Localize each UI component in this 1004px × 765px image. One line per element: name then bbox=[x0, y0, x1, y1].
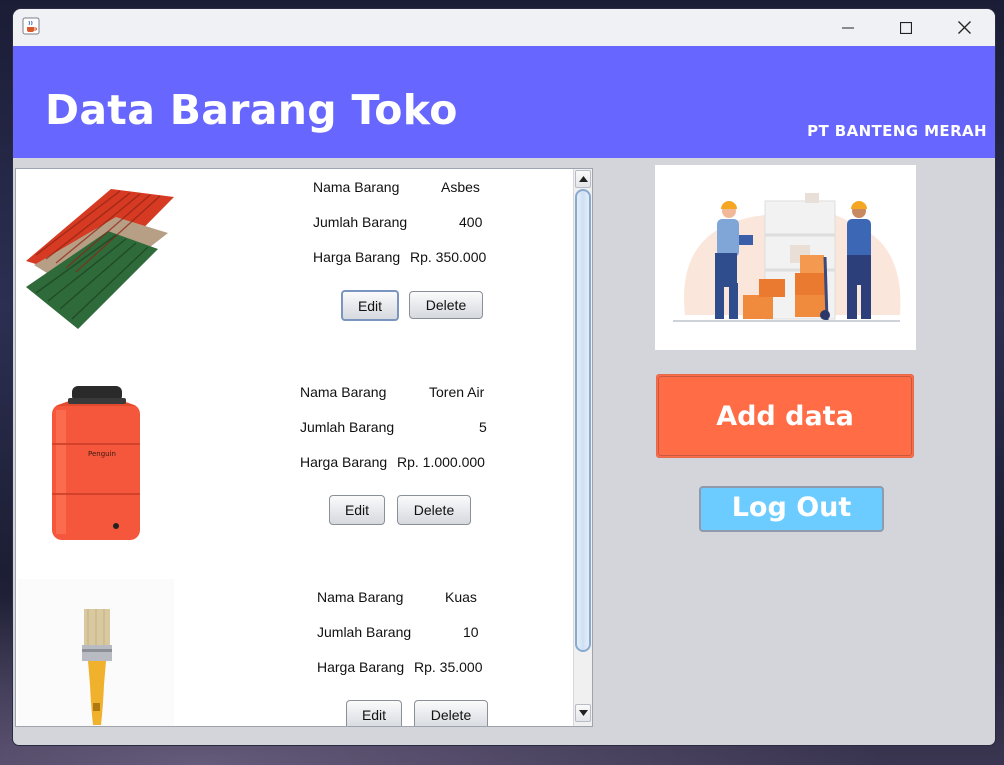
price-value: Rp. 350.000 bbox=[410, 249, 487, 265]
name-label: Nama Barang bbox=[300, 384, 387, 400]
delete-button[interactable]: Delete bbox=[409, 291, 483, 319]
logout-button[interactable]: Log Out bbox=[699, 486, 884, 532]
page-title: Data Barang Toko bbox=[45, 86, 458, 134]
quantity-value: 400 bbox=[459, 214, 483, 230]
name-value: Kuas bbox=[445, 589, 477, 605]
name-value: Asbes bbox=[441, 179, 480, 195]
price-label: Harga Barang bbox=[300, 454, 388, 470]
company-name: PT BANTENG MERAH bbox=[807, 122, 987, 140]
warehouse-workers-illustration bbox=[655, 165, 916, 350]
arrow-down-icon bbox=[578, 710, 588, 716]
add-data-button[interactable]: Add data bbox=[656, 374, 914, 458]
water-tank-image: Penguin bbox=[52, 386, 140, 540]
scroll-up-button[interactable] bbox=[575, 170, 591, 188]
vertical-scrollbar[interactable] bbox=[573, 169, 592, 726]
quantity-label: Jumlah Barang bbox=[313, 214, 408, 230]
quantity-value: 10 bbox=[463, 624, 479, 640]
list-item: Nama Barang Kuas Jumlah Barang 10 Harga … bbox=[16, 579, 572, 726]
app-window: Data Barang Toko PT BANTENG MERAH Nama B… bbox=[13, 9, 995, 745]
quantity-value: 5 bbox=[479, 419, 487, 435]
list-item: Nama Barang Asbes Jumlah Barang 400 Harg… bbox=[16, 169, 572, 374]
maximize-button[interactable] bbox=[877, 9, 935, 46]
edit-button[interactable]: Edit bbox=[346, 700, 402, 726]
roof-sheets-image bbox=[26, 189, 174, 329]
paint-brush-image bbox=[18, 579, 174, 726]
product-list: Nama Barang Asbes Jumlah Barang 400 Harg… bbox=[16, 169, 572, 726]
delete-button[interactable]: Delete bbox=[414, 700, 488, 726]
price-label: Harga Barang bbox=[313, 249, 401, 265]
list-item: Penguin Nama Barang Toren Air Jumlah Bar… bbox=[16, 374, 572, 579]
java-coffee-icon bbox=[22, 17, 40, 35]
close-icon bbox=[957, 21, 971, 34]
name-label: Nama Barang bbox=[313, 179, 400, 195]
scroll-down-button[interactable] bbox=[575, 704, 591, 722]
title-bar bbox=[13, 9, 995, 46]
minimize-icon bbox=[842, 27, 854, 28]
edit-button[interactable]: Edit bbox=[329, 495, 385, 525]
minimize-button[interactable] bbox=[819, 9, 877, 46]
header-banner: Data Barang Toko PT BANTENG MERAH bbox=[13, 46, 995, 158]
svg-text:Penguin: Penguin bbox=[88, 450, 116, 458]
quantity-label: Jumlah Barang bbox=[300, 419, 395, 435]
quantity-label: Jumlah Barang bbox=[317, 624, 412, 640]
name-label: Nama Barang bbox=[317, 589, 404, 605]
scrollbar-thumb[interactable] bbox=[575, 189, 591, 652]
delete-button[interactable]: Delete bbox=[397, 495, 471, 525]
arrow-up-icon bbox=[578, 176, 588, 182]
product-list-panel: Nama Barang Asbes Jumlah Barang 400 Harg… bbox=[15, 168, 593, 727]
maximize-icon bbox=[900, 21, 912, 34]
price-label: Harga Barang bbox=[317, 659, 405, 675]
price-value: Rp. 1.000.000 bbox=[397, 454, 485, 470]
add-data-label: Add data bbox=[658, 376, 912, 456]
price-value: Rp. 35.000 bbox=[414, 659, 483, 675]
edit-button[interactable]: Edit bbox=[341, 290, 399, 321]
name-value: Toren Air bbox=[429, 384, 485, 400]
close-button[interactable] bbox=[935, 9, 993, 46]
